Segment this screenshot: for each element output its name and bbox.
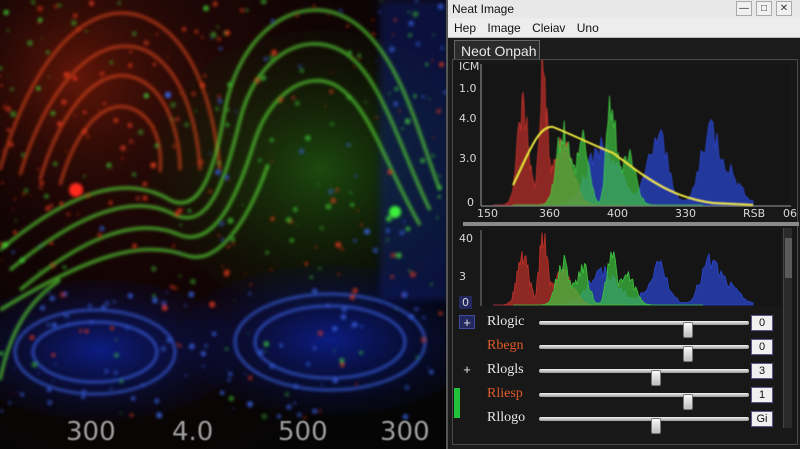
hist-top-xtick-3: 330 [675,207,696,220]
control-row-2: + Rlogls 3 [459,361,795,386]
green-indicator [454,388,460,418]
control-2-slider-thumb[interactable] [651,370,661,386]
menu-item-cleiav[interactable]: Cleiav [532,21,565,35]
hist-bottom-ytick-2: 0 [459,296,472,309]
preview-tick-3: 500 [278,417,328,447]
control-2-expand-icon[interactable]: + [459,363,475,377]
control-3-slider[interactable] [539,393,749,410]
control-row-3: Rliesp 1 [459,385,795,410]
menu-item-help[interactable]: Hep [454,21,476,35]
panel-divider [463,222,799,226]
menu-item-image[interactable]: Image [487,21,520,35]
control-4-label: Rllogo [487,410,526,425]
menu-item-uno[interactable]: Uno [577,21,599,35]
control-1-slider[interactable] [539,345,749,362]
hist-top-ytick-1: 1.0 [459,82,477,95]
control-4-slider[interactable] [539,417,749,434]
hist-top-xtick-1: 360 [539,207,560,220]
hist-top-ytick-3: 3.0 [459,152,477,165]
window-title: Neat Image [452,2,515,16]
hist-bottom-ytick-0: 40 [459,232,473,245]
control-3-value-field[interactable]: 1 [751,387,773,403]
preview-tick-4: 300 [380,417,430,447]
control-4-expand-icon[interactable] [459,411,475,425]
hist-top-xtick-4: RSB [743,207,766,220]
hist-top-ytick-4: 0 [467,196,474,209]
control-0-label: Rlogic [487,314,525,329]
preview-graphic [0,0,446,420]
scrollbar-thumb[interactable] [785,238,792,278]
neat-image-window: Neat Image — □ ✕ Hep Image Cleiav Uno Ne… [446,0,800,449]
control-1-expand-icon[interactable] [459,339,475,353]
control-0-expand-icon[interactable]: + [459,315,475,330]
control-4-slider-thumb[interactable] [651,418,661,434]
control-2-value-field[interactable]: 3 [751,363,773,379]
hist-top-xtick-2: 400 [607,207,628,220]
histogram-top [480,60,791,207]
control-row-1: Rbegn 0 [459,337,795,362]
control-0-slider[interactable] [539,321,749,338]
hist-top-ytick-0: ICM [459,60,480,73]
close-button[interactable]: ✕ [776,1,792,16]
control-3-expand-icon[interactable] [459,387,475,401]
tab-noise-graph[interactable]: Neot Onpah [454,40,540,60]
control-0-value-field[interactable]: 0 [751,315,773,331]
title-bar: Neat Image — □ ✕ [448,0,800,18]
preview-tick-1: 300 [66,417,116,447]
control-row-4: Rllogo Gi [459,409,795,434]
noisy-image-preview: 300 4.0 500 300 [0,0,446,449]
maximize-button[interactable]: □ [756,1,772,16]
control-4-value-field[interactable]: Gi [751,411,773,427]
preview-tick-2: 4.0 [172,417,214,447]
control-1-label: Rbegn [487,338,524,353]
control-2-label: Rlogls [487,362,524,377]
control-1-slider-thumb[interactable] [683,346,693,362]
control-row-0: + Rlogic 0 [459,313,795,338]
hist-top-xtick-0: 150 [477,207,498,220]
control-1-value-field[interactable]: 0 [751,339,773,355]
hist-bottom-ytick-1: 3 [459,270,466,283]
control-2-slider[interactable] [539,369,749,386]
histogram-bottom [480,230,781,306]
control-3-label: Rliesp [487,386,523,401]
panel-scrollbar[interactable] [783,228,792,428]
minimize-button[interactable]: — [736,1,752,16]
control-0-slider-thumb[interactable] [683,322,693,338]
menu-bar: Hep Image Cleiav Uno [448,18,800,38]
control-3-slider-thumb[interactable] [683,394,693,410]
hist-top-ytick-2: 4.0 [459,112,477,125]
graph-panel: ICM 1.0 4.0 3.0 0 150 360 400 330 RSB 06… [452,59,799,445]
hist-top-xtick-5: 06 [783,207,797,220]
